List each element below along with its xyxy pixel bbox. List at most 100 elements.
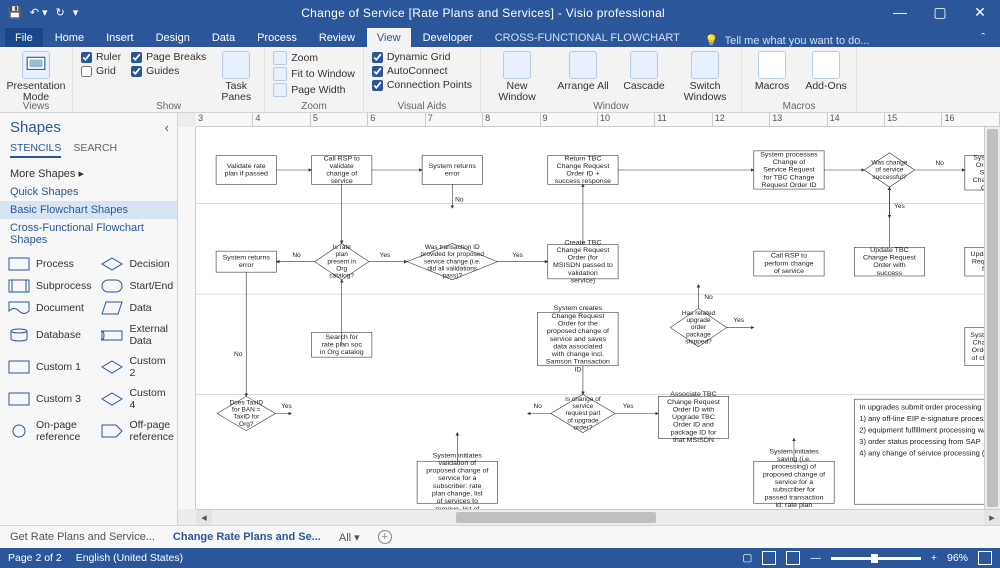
fit-icon xyxy=(273,67,287,81)
svg-text:Yes: Yes xyxy=(894,203,905,210)
scroll-right-icon[interactable]: ▸ xyxy=(984,510,1000,525)
zoom-out-button[interactable]: — xyxy=(810,552,821,564)
arrange-all-button[interactable]: Arrange All xyxy=(555,51,611,92)
shape-item-process[interactable]: Process xyxy=(4,255,95,273)
shapes-collapse-icon[interactable]: ‹ xyxy=(165,120,177,135)
macros-icon xyxy=(758,51,786,79)
tab-design[interactable]: Design xyxy=(146,28,200,47)
zoom-in-button[interactable]: + xyxy=(931,552,937,564)
svg-text:System returns: System returns xyxy=(223,255,271,262)
add-page-button[interactable]: + xyxy=(378,530,392,544)
drawing-page[interactable]: Validate rateplan if passedCall RSP tova… xyxy=(196,127,1000,509)
tab-review[interactable]: Review xyxy=(309,28,365,47)
undo-icon[interactable]: ↶ ▾ xyxy=(30,6,48,19)
svg-text:System creates: System creates xyxy=(554,305,603,312)
guides-checkbox[interactable]: Guides xyxy=(131,65,206,77)
page-tab-2[interactable]: Change Rate Plans and Se... xyxy=(173,531,321,543)
shape-item-database[interactable]: Database xyxy=(4,321,95,349)
svg-text:service): service) xyxy=(571,278,596,285)
shape-item-off-page-reference[interactable]: Off-page reference xyxy=(97,417,177,445)
macros-button[interactable]: Macros xyxy=(750,51,794,92)
save-icon[interactable]: 💾 xyxy=(8,6,22,19)
svg-text:plan change, list: plan change, list xyxy=(432,491,483,498)
svg-text:validate: validate xyxy=(330,163,354,170)
all-pages-dropdown[interactable]: All ▾ xyxy=(339,531,360,544)
svg-text:success: success xyxy=(877,270,903,277)
svg-text:Update TBC: Update TBC xyxy=(870,247,909,254)
more-shapes[interactable]: More Shapes ▸ xyxy=(0,164,177,183)
horizontal-scrollbar[interactable]: ◂ ▸ xyxy=(196,509,1000,525)
svg-text:service: service xyxy=(573,403,594,410)
redo-icon[interactable]: ↻ xyxy=(56,6,65,19)
tab-cross-functional[interactable]: CROSS-FUNCTIONAL FLOWCHART xyxy=(485,28,690,47)
shape-item-custom-1[interactable]: Custom 1 xyxy=(4,353,95,381)
svg-text:Order for the: Order for the xyxy=(558,321,598,328)
connection-points-checkbox[interactable]: Connection Points xyxy=(372,79,472,91)
stencil-cross-functional[interactable]: Cross-Functional Flowchart Shapes xyxy=(0,219,177,249)
presentation-mode-button[interactable]: Presentation Mode xyxy=(8,51,64,103)
vertical-scrollbar[interactable] xyxy=(984,127,1000,509)
tell-me-input[interactable]: Tell me what you want to do... xyxy=(691,34,870,47)
macro-rec-icon[interactable]: ▢ xyxy=(742,552,752,564)
page-tab-1[interactable]: Get Rate Plans and Service... xyxy=(10,531,155,543)
dynamic-grid-checkbox[interactable]: Dynamic Grid xyxy=(372,51,472,63)
group-show-label: Show xyxy=(73,101,264,112)
shape-item-external-data[interactable]: External Data xyxy=(97,321,177,349)
pagebreaks-checkbox[interactable]: Page Breaks xyxy=(131,51,206,63)
svg-text:Is rate: Is rate xyxy=(333,244,352,251)
shape-item-start-end[interactable]: Start/End xyxy=(97,277,177,295)
grid-checkbox[interactable]: Grid xyxy=(81,65,121,77)
task-panes-button[interactable]: Task Panes xyxy=(216,51,256,103)
shape-item-custom-4[interactable]: Custom 4 xyxy=(97,385,177,413)
shape-item-subprocess[interactable]: Subprocess xyxy=(4,277,95,295)
svg-text:TaxID for: TaxID for xyxy=(233,414,260,421)
ruler-checkbox[interactable]: Ruler xyxy=(81,51,121,63)
view-presentation-icon[interactable] xyxy=(786,551,800,565)
tab-data[interactable]: Data xyxy=(202,28,245,47)
restore-button[interactable]: ▢ xyxy=(920,0,960,25)
tab-view[interactable]: View xyxy=(367,28,411,47)
tab-home[interactable]: Home xyxy=(45,28,94,47)
addons-button[interactable]: Add-Ons xyxy=(804,51,848,92)
close-button[interactable]: ✕ xyxy=(960,0,1000,25)
fit-page-icon[interactable] xyxy=(978,551,992,565)
stencils-tab[interactable]: STENCILS xyxy=(10,142,61,158)
svg-text:error: error xyxy=(239,262,255,269)
qat-dropdown-icon[interactable]: ▾ xyxy=(73,6,79,19)
autoconnect-checkbox[interactable]: AutoConnect xyxy=(372,65,472,77)
svg-text:No: No xyxy=(704,294,713,301)
shape-item-on-page-reference[interactable]: On-page reference xyxy=(4,417,95,445)
zoom-slider[interactable] xyxy=(831,557,921,560)
svg-text:data associated: data associated xyxy=(553,344,602,351)
svg-text:subscriber for: subscriber for xyxy=(773,487,816,494)
shape-item-custom-2[interactable]: Custom 2 xyxy=(97,353,177,381)
svg-text:package: package xyxy=(686,331,711,338)
switch-windows-button[interactable]: Switch Windows xyxy=(677,51,733,103)
fit-window-button[interactable]: Fit to Window xyxy=(273,67,355,81)
stencil-quick[interactable]: Quick Shapes xyxy=(0,183,177,201)
status-language[interactable]: English (United States) xyxy=(76,552,183,564)
stencil-basic-flowchart[interactable]: Basic Flowchart Shapes xyxy=(0,201,177,219)
zoom-level[interactable]: 96% xyxy=(947,552,968,564)
shape-item-custom-3[interactable]: Custom 3 xyxy=(4,385,95,413)
collapse-ribbon-icon[interactable]: ˆ xyxy=(971,28,995,47)
tab-developer[interactable]: Developer xyxy=(413,28,483,47)
scroll-left-icon[interactable]: ◂ xyxy=(196,510,212,525)
svg-text:service for a: service for a xyxy=(438,475,476,482)
tab-file[interactable]: File xyxy=(5,28,43,47)
svg-text:Org?: Org? xyxy=(239,421,254,428)
search-tab[interactable]: SEARCH xyxy=(73,142,117,158)
view-normal-icon[interactable] xyxy=(762,551,776,565)
tab-insert[interactable]: Insert xyxy=(96,28,144,47)
page-width-button[interactable]: Page Width xyxy=(273,83,355,97)
svg-text:Search for: Search for xyxy=(325,334,358,341)
cascade-button[interactable]: Cascade xyxy=(621,51,667,92)
shape-item-decision[interactable]: Decision xyxy=(97,255,177,273)
shape-item-document[interactable]: Document xyxy=(4,299,95,317)
svg-text:of upgrade: of upgrade xyxy=(567,417,599,424)
minimize-button[interactable]: — xyxy=(880,0,920,25)
shape-item-data[interactable]: Data xyxy=(97,299,177,317)
zoom-button[interactable]: Zoom xyxy=(273,51,355,65)
new-window-button[interactable]: New Window xyxy=(489,51,545,103)
tab-process[interactable]: Process xyxy=(247,28,307,47)
